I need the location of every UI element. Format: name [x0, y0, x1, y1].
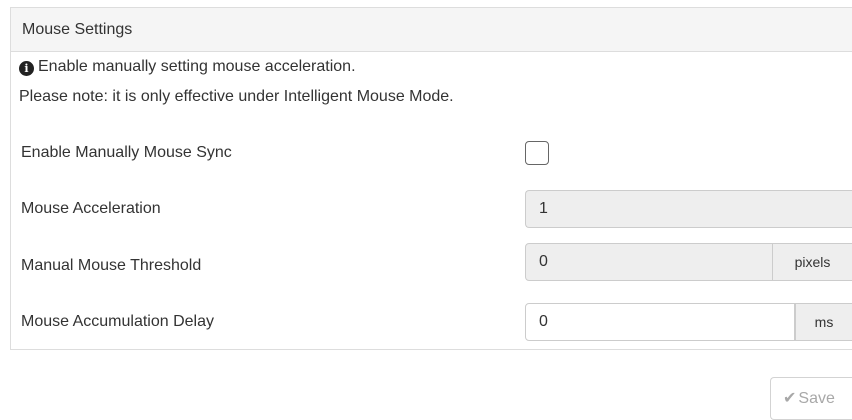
enable-sync-label: Enable Manually Mouse Sync — [21, 144, 232, 161]
acceleration-input[interactable]: 1 — [525, 190, 852, 228]
save-button[interactable]: ✔ Save — [770, 377, 852, 420]
info-text-line2: Please note: it is only effective under … — [19, 88, 454, 105]
acceleration-label: Mouse Acceleration — [21, 200, 161, 217]
accumulation-delay-unit-addon: ms — [795, 303, 852, 341]
threshold-unit-addon: pixels — [773, 243, 852, 281]
info-text-line1: Enable manually setting mouse accelerati… — [38, 58, 356, 75]
accumulation-delay-label: Mouse Accumulation Delay — [21, 313, 214, 330]
save-button-label: Save — [798, 390, 835, 407]
info-line-acceleration: i Enable manually setting mouse accelerat… — [19, 58, 356, 76]
check-icon: ✔ — [783, 390, 797, 407]
panel-title: Mouse Settings — [11, 8, 852, 52]
threshold-input[interactable]: 0 — [525, 243, 773, 281]
accumulation-delay-input[interactable]: 0 — [525, 303, 795, 341]
info-circle-icon: i — [19, 61, 34, 76]
enable-sync-checkbox[interactable] — [525, 141, 549, 165]
threshold-label: Manual Mouse Threshold — [21, 257, 202, 274]
